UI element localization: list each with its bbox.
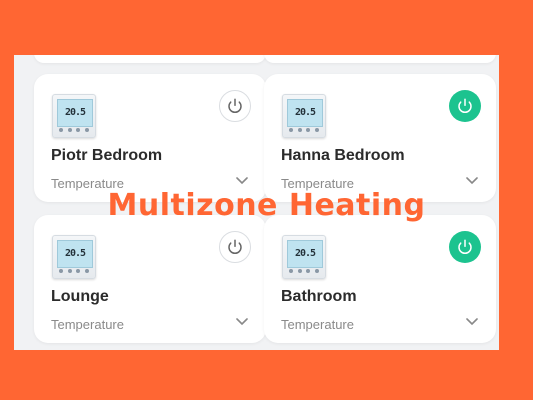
- temperature-label: Temperature: [281, 317, 354, 332]
- partial-card: [264, 55, 496, 63]
- chevron-down-icon[interactable]: [466, 318, 478, 326]
- thermostat-display: 20.5: [57, 99, 93, 127]
- thermostat-display: 20.5: [287, 240, 323, 268]
- power-button[interactable]: [449, 90, 481, 122]
- chevron-down-icon[interactable]: [236, 318, 248, 326]
- thermostat-display: 20.5: [57, 240, 93, 268]
- zone-card-hanna-bedroom[interactable]: 20.5 Hanna Bedroom Temperature: [264, 74, 496, 202]
- thermostat-image: 20.5: [52, 94, 96, 138]
- zone-name: Lounge: [51, 288, 109, 305]
- zone-name: Bathroom: [281, 288, 357, 305]
- thermostat-display: 20.5: [287, 99, 323, 127]
- chevron-down-icon[interactable]: [466, 177, 478, 185]
- zone-card-piotr-bedroom[interactable]: 20.5 Piotr Bedroom Temperature: [34, 74, 266, 202]
- zone-card-lounge[interactable]: 20.5 Lounge Temperature: [34, 215, 266, 343]
- thermostat-image: 20.5: [282, 94, 326, 138]
- power-icon: [228, 98, 242, 114]
- zone-name: Hanna Bedroom: [281, 147, 405, 164]
- zone-name: Piotr Bedroom: [51, 147, 163, 164]
- power-icon: [458, 98, 472, 114]
- thermostat-image: 20.5: [52, 235, 96, 279]
- promo-stage: 20.5 Piotr Bedroom Temperature 20.5 Hann…: [0, 0, 533, 400]
- power-button[interactable]: [449, 231, 481, 263]
- thermostat-image: 20.5: [282, 235, 326, 279]
- power-button[interactable]: [219, 90, 251, 122]
- power-icon: [228, 239, 242, 255]
- temperature-label: Temperature: [51, 317, 124, 332]
- chevron-down-icon[interactable]: [236, 177, 248, 185]
- zone-card-bathroom[interactable]: 20.5 Bathroom Temperature: [264, 215, 496, 343]
- power-icon: [458, 239, 472, 255]
- power-button[interactable]: [219, 231, 251, 263]
- partial-card: [34, 55, 266, 63]
- banner-title: Multizone Heating: [107, 188, 426, 223]
